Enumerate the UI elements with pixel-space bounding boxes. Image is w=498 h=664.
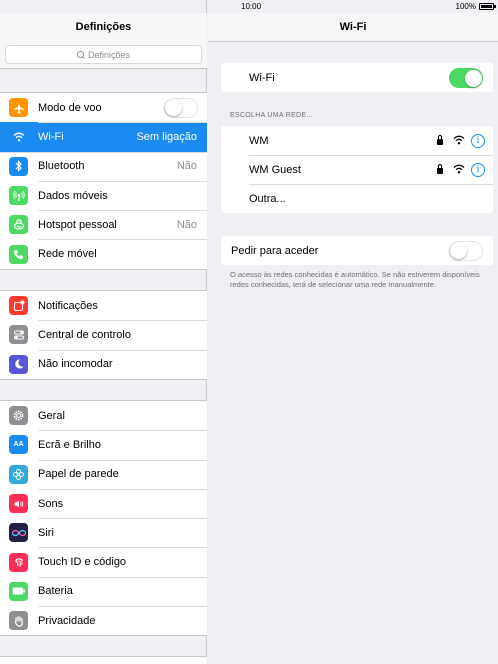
sidebar-item-touch-id[interactable]: Touch ID e código bbox=[0, 547, 207, 576]
sidebar-item-general[interactable]: Geral bbox=[0, 401, 207, 430]
sidebar-item-notifications[interactable]: Notificações bbox=[0, 291, 207, 320]
wifi-icon bbox=[9, 127, 28, 147]
network-name: WM Guest bbox=[249, 163, 301, 176]
sidebar-item-bluetooth[interactable]: Bluetooth Não bbox=[0, 151, 207, 181]
sidebar-item-value: Não bbox=[176, 218, 197, 231]
moon-icon bbox=[9, 354, 28, 374]
sidebar-item-label: Notificações bbox=[38, 299, 98, 312]
search-icon bbox=[76, 50, 85, 59]
siri-icon bbox=[9, 523, 28, 543]
sidebar-header: Definições Definições bbox=[0, 13, 207, 69]
choose-network-header: ESCOLHA UMA REDE... bbox=[230, 112, 314, 119]
sidebar-item-label: Touch ID e código bbox=[38, 556, 127, 569]
wifi-label: Wi-Fi bbox=[249, 71, 275, 84]
sidebar-item-control-center[interactable]: Central de controlo bbox=[0, 320, 207, 349]
sidebar-item-carrier[interactable]: Rede móvel bbox=[0, 239, 207, 268]
detail-header: Wi-Fi bbox=[208, 13, 498, 42]
sidebar-item-wallpaper[interactable]: Papel de parede bbox=[0, 459, 207, 489]
sidebar-item-label: Privacidade bbox=[38, 614, 96, 627]
sidebar-item-label: Hotspot pessoal bbox=[38, 218, 117, 231]
sidebar-item-label: Siri bbox=[38, 526, 54, 539]
hand-icon bbox=[9, 611, 28, 631]
network-row-wm[interactable]: WM i bbox=[221, 126, 493, 155]
airplane-mode-toggle[interactable] bbox=[164, 98, 198, 118]
wifi-detail-pane: Wi-Fi Wi-Fi ESCOLHA UMA REDE... WM i WM … bbox=[208, 0, 498, 664]
phone-icon bbox=[9, 244, 28, 264]
search-placeholder: Definições bbox=[87, 49, 131, 60]
ask-to-join-toggle[interactable] bbox=[449, 241, 483, 261]
ask-to-join-row: Pedir para aceder bbox=[221, 236, 493, 265]
sidebar-item-battery[interactable]: Bateria bbox=[0, 576, 207, 606]
network-row-wm-guest[interactable]: WM Guest i bbox=[221, 155, 493, 184]
fingerprint-icon bbox=[9, 552, 28, 572]
sidebar-item-label: Wi-Fi bbox=[38, 130, 64, 143]
ask-to-join-label: Pedir para aceder bbox=[231, 244, 319, 257]
network-name: WM bbox=[249, 134, 269, 147]
sidebar-item-display-brightness[interactable]: AA Ecrã e Brilho bbox=[0, 430, 207, 459]
network-list: WM i WM Guest i Outra... bbox=[221, 126, 493, 213]
search-input[interactable]: Definições bbox=[5, 45, 202, 64]
wifi-toggle[interactable] bbox=[449, 68, 483, 88]
sidebar-item-sounds[interactable]: Sons bbox=[0, 488, 207, 518]
notifications-icon bbox=[9, 296, 28, 316]
sidebar-group-connectivity: Modo de voo Wi-Fi Sem ligação Bluetooth … bbox=[0, 92, 207, 270]
settings-sidebar: Definições Definições Modo de voo Wi-Fi … bbox=[0, 0, 207, 664]
gear-icon bbox=[9, 406, 28, 426]
sidebar-item-label: Bateria bbox=[38, 585, 73, 598]
control-center-icon bbox=[9, 325, 28, 345]
sidebar-item-siri[interactable]: Siri bbox=[0, 518, 207, 547]
ask-to-join-footnote: O acesso às redes conhecidas é automátic… bbox=[230, 270, 480, 289]
sidebar-title: Definições bbox=[75, 21, 132, 33]
hotspot-icon bbox=[9, 215, 28, 235]
wifi-switch-group: Wi-Fi bbox=[221, 63, 493, 92]
display-icon: AA bbox=[9, 435, 28, 455]
sidebar-item-label: Modo de voo bbox=[38, 101, 102, 114]
sidebar-item-airplane-mode[interactable]: Modo de voo bbox=[0, 93, 207, 122]
sidebar-item-mobile-data[interactable]: Dados móveis bbox=[0, 180, 207, 210]
sidebar-item-label: Geral bbox=[38, 409, 65, 422]
antenna-icon bbox=[9, 186, 28, 206]
sidebar-item-wifi[interactable]: Wi-Fi Sem ligação bbox=[0, 122, 207, 152]
speaker-icon bbox=[9, 494, 28, 514]
sidebar-group-general: Geral AA Ecrã e Brilho Papel de parede S… bbox=[0, 400, 207, 637]
sidebar-item-do-not-disturb[interactable]: Não incomodar bbox=[0, 349, 207, 379]
sidebar-item-value: Não bbox=[176, 160, 197, 173]
wallpaper-icon bbox=[9, 464, 28, 484]
other-network-label: Outra... bbox=[249, 192, 286, 205]
info-icon[interactable]: i bbox=[471, 162, 485, 177]
page-title: Wi-Fi bbox=[339, 21, 367, 33]
wifi-signal-icon bbox=[453, 135, 465, 145]
sidebar-item-label: Sons bbox=[38, 497, 64, 510]
lock-icon bbox=[437, 164, 443, 174]
info-icon[interactable]: i bbox=[471, 133, 485, 148]
sidebar-item-label: Central de controlo bbox=[38, 328, 131, 341]
sidebar-group-notifications: Notificações Central de controlo Não inc… bbox=[0, 290, 207, 380]
sidebar-item-label: Bluetooth bbox=[38, 160, 85, 173]
sidebar-item-label: Dados móveis bbox=[38, 189, 108, 202]
lock-icon bbox=[437, 135, 443, 145]
other-network-row[interactable]: Outra... bbox=[221, 184, 493, 213]
sidebar-item-label: Não incomodar bbox=[38, 358, 113, 371]
bluetooth-icon bbox=[9, 156, 28, 176]
airplane-icon bbox=[9, 98, 28, 118]
ask-to-join-group: Pedir para aceder bbox=[221, 236, 493, 265]
sidebar-item-privacy[interactable]: Privacidade bbox=[0, 606, 207, 635]
sidebar-item-personal-hotspot[interactable]: Hotspot pessoal Não bbox=[0, 210, 207, 239]
sidebar-item-label: Rede móvel bbox=[38, 248, 97, 261]
wifi-signal-icon bbox=[453, 164, 465, 174]
sidebar-item-label: Ecrã e Brilho bbox=[38, 438, 101, 451]
sidebar-item-value: Sem ligação bbox=[136, 130, 197, 143]
sidebar-item-label: Papel de parede bbox=[38, 468, 119, 481]
battery-icon bbox=[9, 581, 28, 601]
sidebar-group-more bbox=[0, 656, 207, 664]
wifi-row: Wi-Fi bbox=[221, 63, 493, 92]
